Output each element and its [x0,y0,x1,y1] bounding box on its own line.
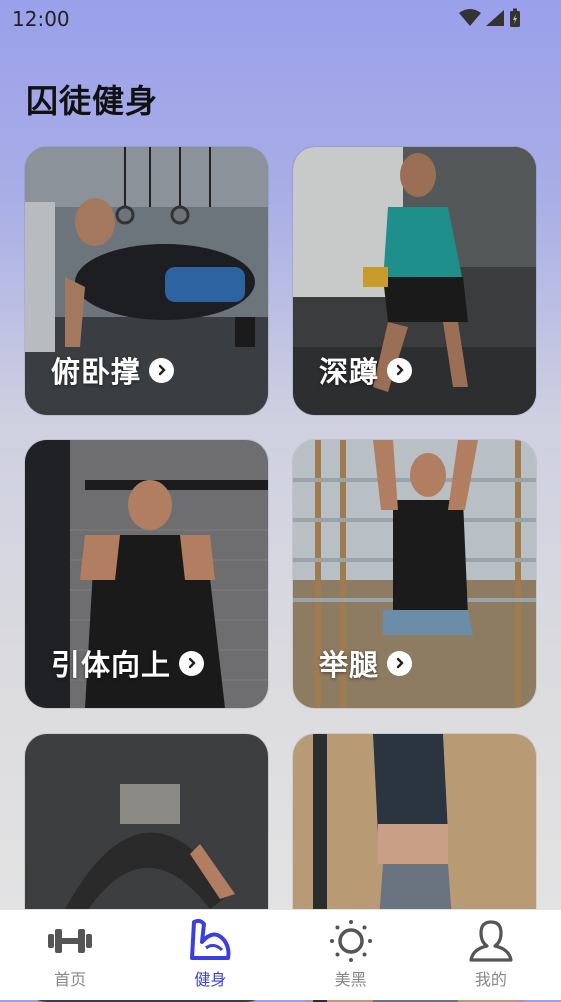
tab-profile[interactable]: 我的 [421,910,561,1000]
chevron-right-icon [179,650,205,676]
page-title: 囚徒健身 [26,82,159,120]
exercise-label: 深蹲 [319,355,380,389]
exercise-card-leg-raise[interactable]: 举腿 [293,440,536,708]
label-row: 深蹲 [319,349,413,391]
status-time: 12:00 [12,7,70,31]
exercise-label: 俯卧撑 [51,355,142,389]
label-row: 举腿 [319,642,413,684]
label-row: 引体向上 [51,642,205,684]
exercise-card-pullup[interactable]: 引体向上 [25,440,268,708]
tab-label: 健身 [194,970,227,989]
arm-flex-icon [190,918,231,960]
tab-label: 美黑 [334,970,367,989]
tab-tanning[interactable]: 美黑 [281,910,421,1000]
sun-icon [329,920,372,962]
bottom-tab-bar: 首页 健身 美黑 我的 [0,909,561,1000]
status-icons [459,8,521,28]
tab-label: 首页 [54,970,87,989]
signal-icon [486,10,504,26]
exercise-label: 引体向上 [51,648,172,682]
tab-home[interactable]: 首页 [0,910,140,1000]
wifi-icon [459,9,481,26]
label-row: 俯卧撑 [51,349,175,391]
chevron-right-icon [387,357,413,383]
chevron-right-icon [387,650,413,676]
tab-fitness[interactable]: 健身 [140,910,280,1000]
exercise-label: 举腿 [319,648,380,682]
exercise-card-squat[interactable]: 深蹲 [293,147,536,415]
exercise-card-pushup[interactable]: 俯卧撑 [25,147,268,415]
person-icon [469,920,513,962]
battery-icon [510,8,520,27]
chevron-right-icon [149,357,175,383]
status-bar: 12:00 [0,0,561,38]
dumbbell-icon [48,929,93,953]
tab-label: 我的 [474,970,507,989]
